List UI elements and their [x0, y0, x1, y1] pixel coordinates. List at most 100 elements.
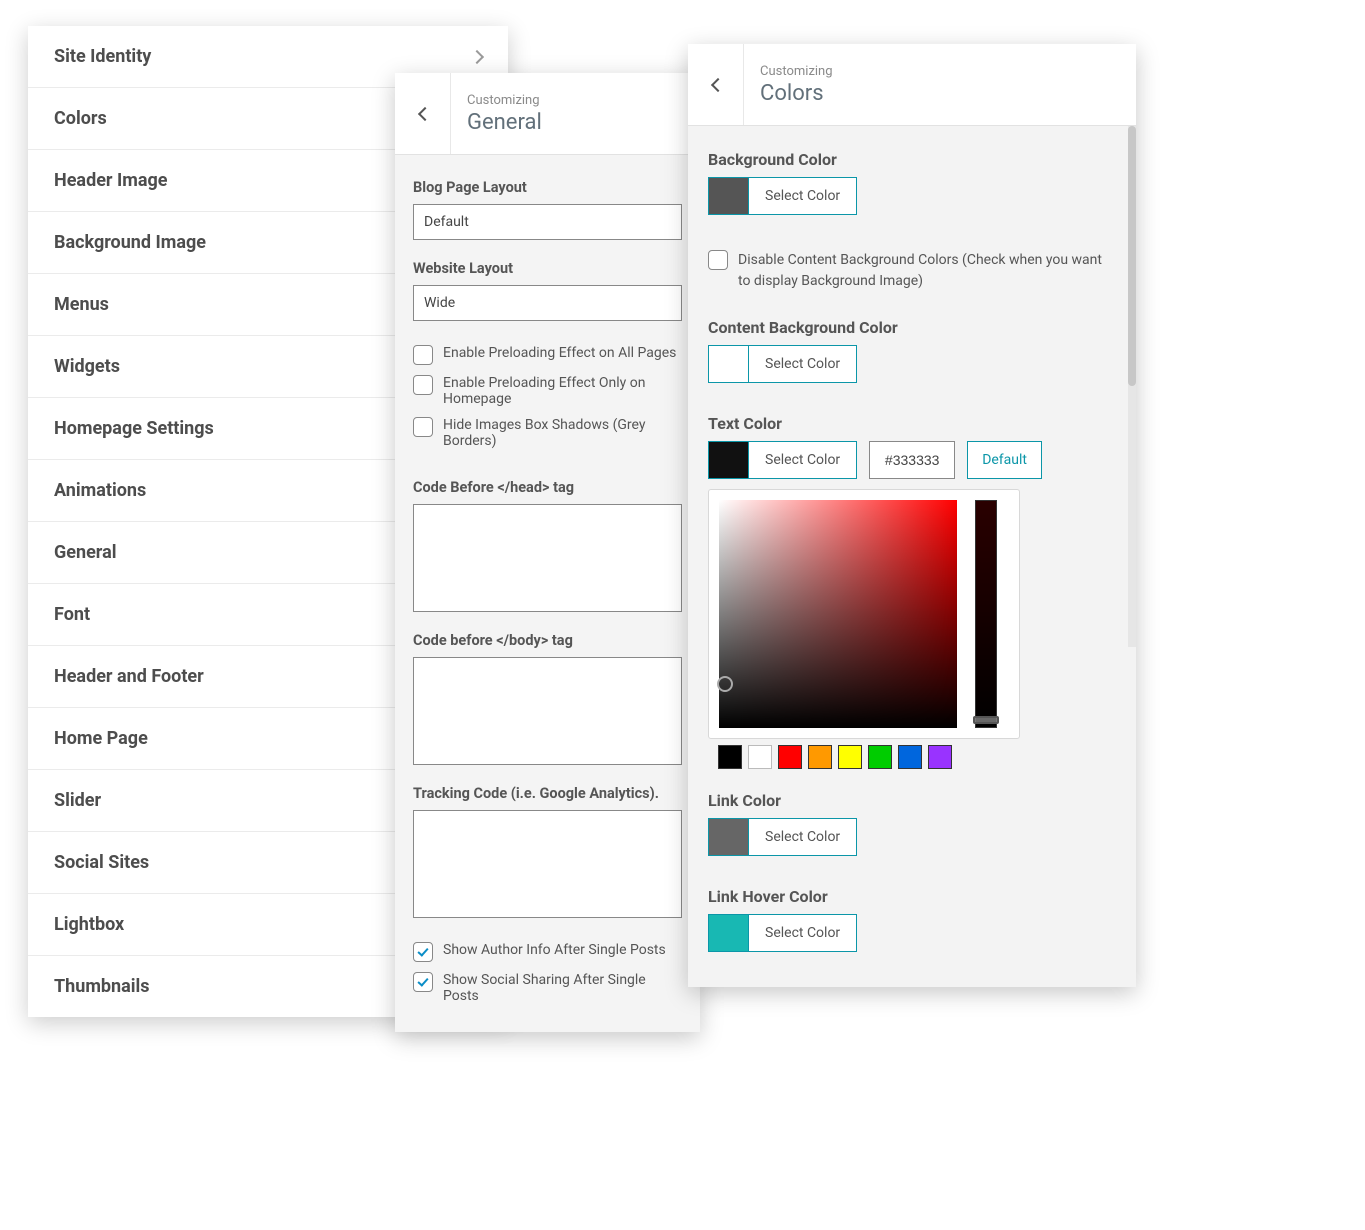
- color-button-label: Select Color: [749, 442, 856, 478]
- color-picker: [708, 489, 1020, 739]
- section-label: Header and Footer: [54, 666, 204, 687]
- section-label: Thumbnails: [54, 976, 150, 997]
- section-label: Home Page: [54, 728, 148, 749]
- section-label: Widgets: [54, 356, 120, 377]
- checkbox-label: Show Social Sharing After Single Posts: [443, 972, 682, 1004]
- section-label: Animations: [54, 480, 146, 501]
- preset-swatch[interactable]: [838, 745, 862, 769]
- checkbox-label: Hide Images Box Shadows (Grey Borders): [443, 417, 682, 449]
- color-button-label: Select Color: [749, 346, 856, 382]
- preset-swatch[interactable]: [778, 745, 802, 769]
- color-swatch-icon: [709, 819, 749, 855]
- chevron-right-icon: [470, 49, 484, 63]
- hue-thumb-icon[interactable]: [973, 716, 999, 724]
- link-hover-color-label: Link Hover Color: [708, 887, 1116, 906]
- checkbox-label: Enable Preloading Effect Only on Homepag…: [443, 375, 682, 407]
- color-swatch-icon: [709, 915, 749, 951]
- color-swatch-icon: [709, 178, 749, 214]
- breadcrumb: Customizing: [760, 64, 833, 79]
- code-head-textarea[interactable]: [413, 504, 682, 612]
- blog-layout-label: Blog Page Layout: [413, 179, 682, 196]
- preset-swatch[interactable]: [718, 745, 742, 769]
- link-color-button[interactable]: Select Color: [708, 818, 857, 856]
- hue-slider[interactable]: [975, 500, 997, 728]
- scrollbar-thumb[interactable]: [1128, 126, 1136, 386]
- disable-bg-checkbox[interactable]: [708, 250, 728, 270]
- section-label: Homepage Settings: [54, 418, 214, 439]
- website-layout-select[interactable]: Wide: [413, 285, 682, 321]
- content-bg-button[interactable]: Select Color: [708, 345, 857, 383]
- preloading-all-checkbox[interactable]: [413, 345, 433, 365]
- preloading-home-checkbox[interactable]: [413, 375, 433, 395]
- background-color-button[interactable]: Select Color: [708, 177, 857, 215]
- tracking-code-label: Tracking Code (i.e. Google Analytics).: [413, 785, 682, 802]
- section-label: Lightbox: [54, 914, 124, 935]
- link-color-label: Link Color: [708, 791, 1116, 810]
- social-sharing-checkbox[interactable]: [413, 972, 433, 992]
- preset-swatch[interactable]: [748, 745, 772, 769]
- section-label: Site Identity: [54, 46, 151, 67]
- section-label: Social Sites: [54, 852, 149, 873]
- general-panel-body: Blog Page Layout Default Website Layout …: [395, 155, 700, 1032]
- hex-input[interactable]: [869, 441, 955, 479]
- checkbox-label: Disable Content Background Colors (Check…: [738, 250, 1116, 292]
- hide-shadows-checkbox[interactable]: [413, 417, 433, 437]
- section-label: Background Image: [54, 232, 206, 253]
- section-label: General: [54, 542, 117, 563]
- color-swatch-icon: [709, 346, 749, 382]
- author-info-checkbox[interactable]: [413, 942, 433, 962]
- color-button-label: Select Color: [749, 819, 856, 855]
- preset-colors-row: [708, 745, 1116, 769]
- breadcrumb: Customizing: [467, 93, 542, 108]
- checkbox-label: Enable Preloading Effect on All Pages: [443, 345, 676, 361]
- background-color-label: Background Color: [708, 150, 1116, 169]
- content-bg-label: Content Background Color: [708, 318, 1116, 337]
- preset-swatch[interactable]: [928, 745, 952, 769]
- panel-title: Colors: [760, 81, 833, 106]
- color-swatch-icon: [709, 442, 749, 478]
- colors-panel-body: Background Color Select Color Disable Co…: [688, 126, 1136, 987]
- color-button-label: Select Color: [749, 915, 856, 951]
- chevron-left-icon: [417, 106, 431, 120]
- color-button-label: Select Color: [749, 178, 856, 214]
- checkbox-label: Show Author Info After Single Posts: [443, 942, 666, 958]
- colors-panel: Customizing Colors Background Color Sele…: [688, 44, 1136, 987]
- select-value: Default: [424, 214, 469, 230]
- panel-titles: Customizing Colors: [744, 52, 849, 118]
- text-color-label: Text Color: [708, 414, 1116, 433]
- saturation-area[interactable]: [719, 500, 957, 728]
- section-label: Header Image: [54, 170, 167, 191]
- panel-titles: Customizing General: [451, 81, 558, 147]
- hide-shadows-checkbox-row: Hide Images Box Shadows (Grey Borders): [413, 417, 682, 449]
- social-sharing-checkbox-row: Show Social Sharing After Single Posts: [413, 972, 682, 1004]
- code-body-label: Code before </body> tag: [413, 632, 682, 649]
- section-label: Colors: [54, 108, 107, 129]
- preloading-all-checkbox-row: Enable Preloading Effect on All Pages: [413, 345, 682, 365]
- text-color-button[interactable]: Select Color: [708, 441, 857, 479]
- panel-title: General: [467, 110, 542, 135]
- picker-cursor-icon[interactable]: [717, 676, 733, 692]
- chevron-left-icon: [710, 77, 724, 91]
- blog-layout-select[interactable]: Default: [413, 204, 682, 240]
- panel-header: Customizing General: [395, 73, 700, 155]
- preset-swatch[interactable]: [808, 745, 832, 769]
- tracking-code-textarea[interactable]: [413, 810, 682, 918]
- general-panel: Customizing General Blog Page Layout Def…: [395, 73, 700, 1032]
- scrollbar[interactable]: [1128, 126, 1136, 647]
- panel-header: Customizing Colors: [688, 44, 1136, 126]
- preloading-home-checkbox-row: Enable Preloading Effect Only on Homepag…: [413, 375, 682, 407]
- select-value: Wide: [424, 295, 455, 311]
- text-color-row: Select Color Default: [708, 441, 1116, 479]
- author-info-checkbox-row: Show Author Info After Single Posts: [413, 942, 682, 962]
- default-button[interactable]: Default: [967, 441, 1042, 479]
- code-head-label: Code Before </head> tag: [413, 479, 682, 496]
- website-layout-label: Website Layout: [413, 260, 682, 277]
- link-hover-color-button[interactable]: Select Color: [708, 914, 857, 952]
- section-label: Menus: [54, 294, 109, 315]
- section-label: Slider: [54, 790, 101, 811]
- back-button[interactable]: [395, 73, 451, 154]
- code-body-textarea[interactable]: [413, 657, 682, 765]
- back-button[interactable]: [688, 44, 744, 125]
- preset-swatch[interactable]: [898, 745, 922, 769]
- preset-swatch[interactable]: [868, 745, 892, 769]
